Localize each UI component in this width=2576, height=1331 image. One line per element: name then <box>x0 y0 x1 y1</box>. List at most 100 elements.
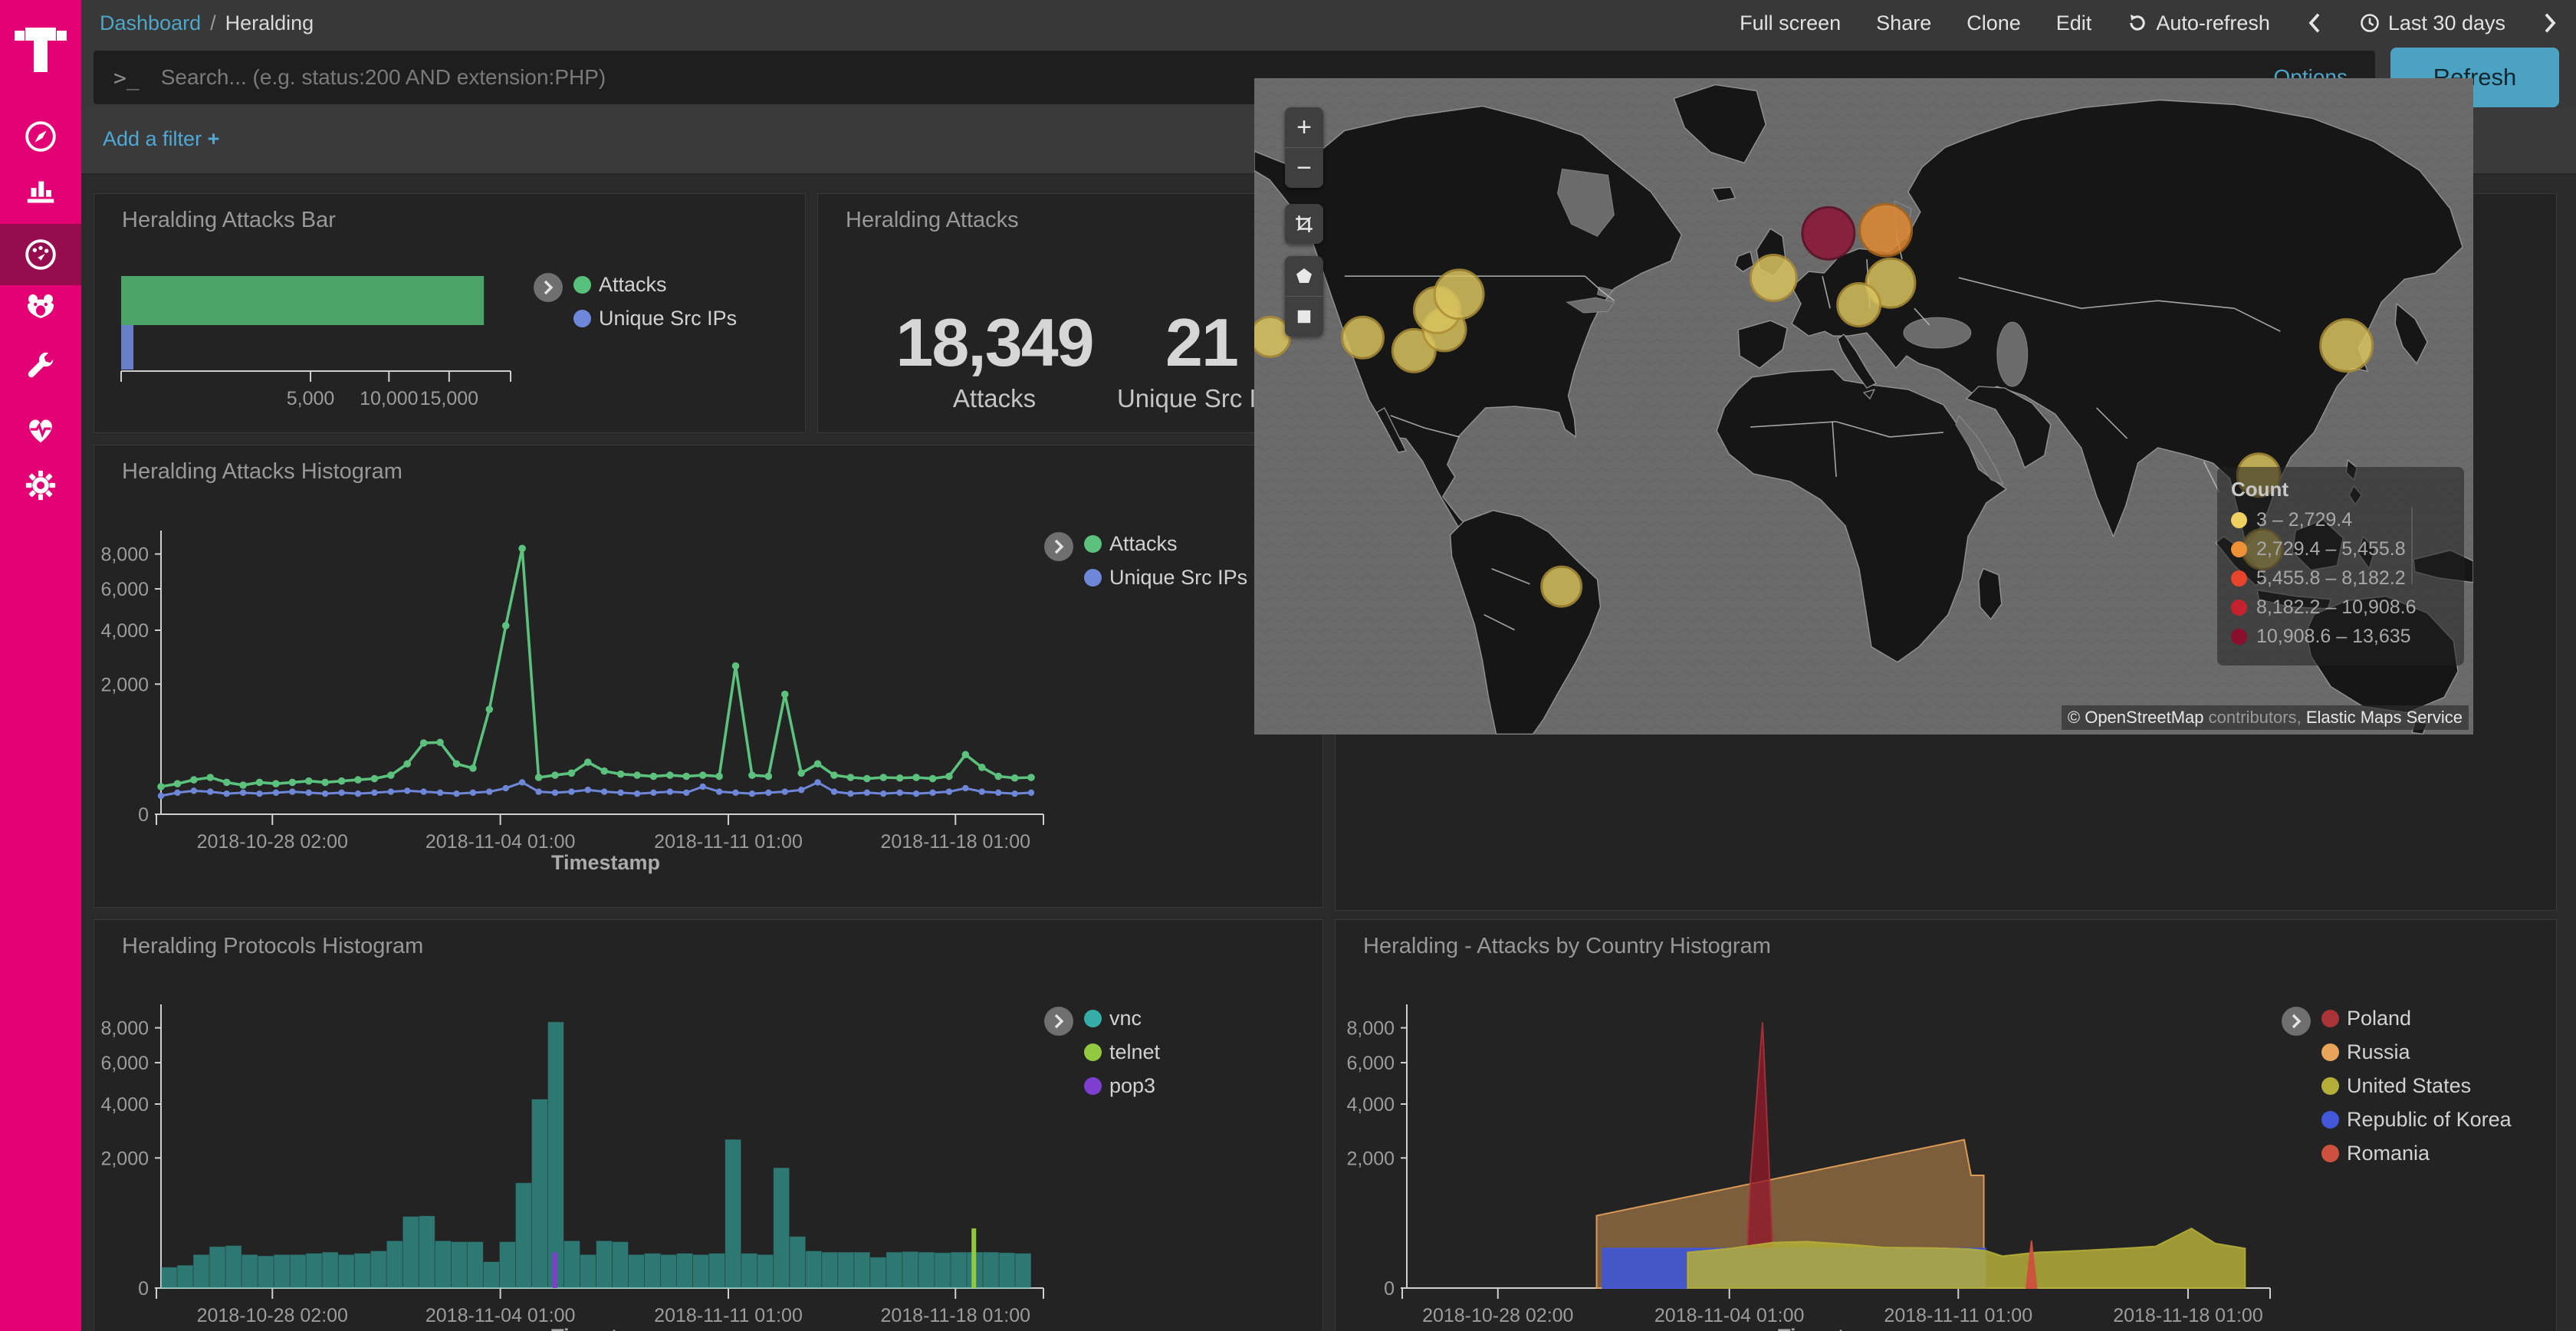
attack-location-dot[interactable] <box>1802 207 1855 259</box>
add-filter-link[interactable]: Add a filter + <box>103 127 219 151</box>
sidebar-item-discover[interactable] <box>0 106 81 167</box>
legend-toggle-chevron-icon[interactable] <box>534 273 563 302</box>
map-attribution: © OpenStreetMap contributors, Elastic Ma… <box>2062 705 2469 730</box>
legend-label: Romania <box>2347 1142 2430 1165</box>
map-legend-range: 2,729.4 – 5,455.8 <box>2231 538 2450 560</box>
sidebar-item-dev-tools[interactable] <box>0 337 81 399</box>
attack-location-dot[interactable] <box>1838 284 1881 327</box>
legend-item-poland[interactable]: Poland <box>2321 1007 2512 1030</box>
legend-toggle-chevron-icon[interactable] <box>1044 532 1073 561</box>
map-legend-range: 5,455.8 – 8,182.2 <box>2231 567 2450 590</box>
legend-item-telnet[interactable]: telnet <box>1084 1040 1160 1064</box>
map-legend-range: 3 – 2,729.4 <box>2231 509 2450 531</box>
map-legend-range: 8,182.2 – 10,908.6 <box>2231 596 2450 619</box>
fit-bounds-button[interactable] <box>1285 204 1323 244</box>
map-fit-control <box>1285 204 1323 244</box>
time-range-picker[interactable]: Last 30 days <box>2359 12 2505 35</box>
panel-title[interactable]: Heralding Attacks <box>846 208 1019 233</box>
bar-chart-icon <box>23 173 58 209</box>
legend-item-russia[interactable]: Russia <box>2321 1040 2512 1064</box>
map-zoom-controls: + − <box>1285 107 1323 188</box>
sidebar-item-dashboard[interactable] <box>0 224 81 285</box>
attack-map[interactable]: + − Cou <box>1254 78 2473 735</box>
sidebar-item-timelion[interactable] <box>0 277 81 338</box>
sidebar-item-visualize[interactable] <box>0 160 81 222</box>
sidebar <box>0 0 81 1331</box>
draw-polygon-button[interactable] <box>1285 256 1323 296</box>
breadcrumb-current: Heralding <box>225 12 314 35</box>
share-button[interactable]: Share <box>1876 12 1931 35</box>
legend-attacks-histogram: Attacks Unique Src IPs <box>1044 532 1247 590</box>
panel-heralding-attacks-metric: Heralding Attacks 18,349 Attacks 21 Uniq… <box>817 193 1323 433</box>
full-screen-button[interactable]: Full screen <box>1740 12 1841 35</box>
metric-value: 18,349 <box>872 309 1117 376</box>
legend-item-unique-src-ips[interactable]: Unique Src IPs <box>573 307 737 330</box>
t-mobile-logo[interactable] <box>0 14 81 83</box>
legend-item-vnc[interactable]: vnc <box>1084 1007 1160 1030</box>
panel-title[interactable]: Heralding Protocols Histogram <box>122 934 423 959</box>
panel-title[interactable]: Heralding Attacks Bar <box>122 208 336 233</box>
map-legend-color-dot <box>2231 600 2247 616</box>
map-legend-color-dot <box>2231 570 2247 587</box>
legend-color-dot <box>1084 1043 1102 1061</box>
rectangle-icon <box>1296 308 1313 325</box>
top-nav-bar: Dashboard / Heralding Full screen Share … <box>81 0 2576 47</box>
sidebar-item-monitoring[interactable] <box>0 399 81 461</box>
sidebar-item-management[interactable] <box>0 455 81 516</box>
chevron-left-icon <box>2305 12 2324 35</box>
legend-item-romania[interactable]: Romania <box>2321 1142 2512 1165</box>
legend-color-dot <box>573 276 591 294</box>
top-nav-actions: Full screen Share Clone Edit Auto-refres… <box>1740 12 2559 35</box>
legend-label: United States <box>2347 1074 2471 1098</box>
attack-location-dot[interactable] <box>2321 320 2373 372</box>
map-legend-color-dot <box>2231 629 2247 645</box>
bear-icon <box>22 289 59 326</box>
attack-location-dot[interactable] <box>1542 567 1582 606</box>
attack-location-dot[interactable] <box>1750 255 1796 301</box>
legend-item-attacks[interactable]: Attacks <box>1084 532 1247 556</box>
zoom-in-button[interactable]: + <box>1285 107 1323 147</box>
legend-item-attacks[interactable]: Attacks <box>573 273 737 297</box>
legend-country-histogram: Poland Russia United States Republic of Kor… <box>2282 1007 2512 1165</box>
clone-button[interactable]: Clone <box>1967 12 2021 35</box>
legend-label: Attacks <box>599 273 667 297</box>
legend-toggle-chevron-icon[interactable] <box>1044 1007 1073 1036</box>
panel-title[interactable]: Heralding - Attacks by Country Histogram <box>1363 934 1771 959</box>
clock-icon <box>2359 12 2380 34</box>
breadcrumb-dashboard-link[interactable]: Dashboard <box>100 12 201 35</box>
legend-item-republic-of-korea[interactable]: Republic of Korea <box>2321 1108 2512 1132</box>
wrench-icon <box>23 350 58 386</box>
panel-title[interactable]: Heralding Attacks Histogram <box>122 459 402 485</box>
legend-color-dot <box>2321 1077 2339 1095</box>
legend-label: Republic of Korea <box>2347 1108 2512 1132</box>
chevron-right-icon <box>2541 12 2559 35</box>
draw-rectangle-button[interactable] <box>1285 296 1323 337</box>
legend-item-united-states[interactable]: United States <box>2321 1074 2512 1098</box>
legend-color-dot <box>1084 569 1102 587</box>
zoom-out-button[interactable]: − <box>1285 147 1323 188</box>
time-forward-button[interactable] <box>2541 12 2559 35</box>
legend-label: Attacks <box>1109 532 1178 556</box>
attack-location-dot[interactable] <box>1860 204 1912 256</box>
map-legend-title: Count <box>2231 478 2450 501</box>
attack-location-dot[interactable] <box>1434 270 1484 319</box>
compass-icon <box>23 119 58 154</box>
ems-link[interactable]: Elastic Maps Service <box>2306 708 2463 727</box>
auto-refresh-button[interactable]: Auto-refresh <box>2127 12 2270 35</box>
legend-label: Unique Src IPs <box>599 307 737 330</box>
heartbeat-icon <box>23 412 58 448</box>
legend-label: vnc <box>1109 1007 1142 1030</box>
attack-location-dot[interactable] <box>1342 317 1384 358</box>
t-logo-icon <box>11 18 71 78</box>
legend-protocols-histogram: vnc telnet pop3 <box>1044 1007 1160 1098</box>
osm-link[interactable]: © OpenStreetMap <box>2068 708 2204 727</box>
map-draw-controls <box>1285 256 1323 337</box>
legend-item-unique-src-ips[interactable]: Unique Src IPs <box>1084 566 1247 590</box>
legend-label: telnet <box>1109 1040 1160 1064</box>
legend-item-pop3[interactable]: pop3 <box>1084 1074 1160 1098</box>
legend-color-dot <box>2321 1111 2339 1129</box>
edit-button[interactable]: Edit <box>2056 12 2092 35</box>
time-back-button[interactable] <box>2305 12 2324 35</box>
legend-toggle-chevron-icon[interactable] <box>2282 1007 2311 1036</box>
panel-heralding-attacks-histogram: Heralding Attacks Histogram <box>94 445 1323 908</box>
